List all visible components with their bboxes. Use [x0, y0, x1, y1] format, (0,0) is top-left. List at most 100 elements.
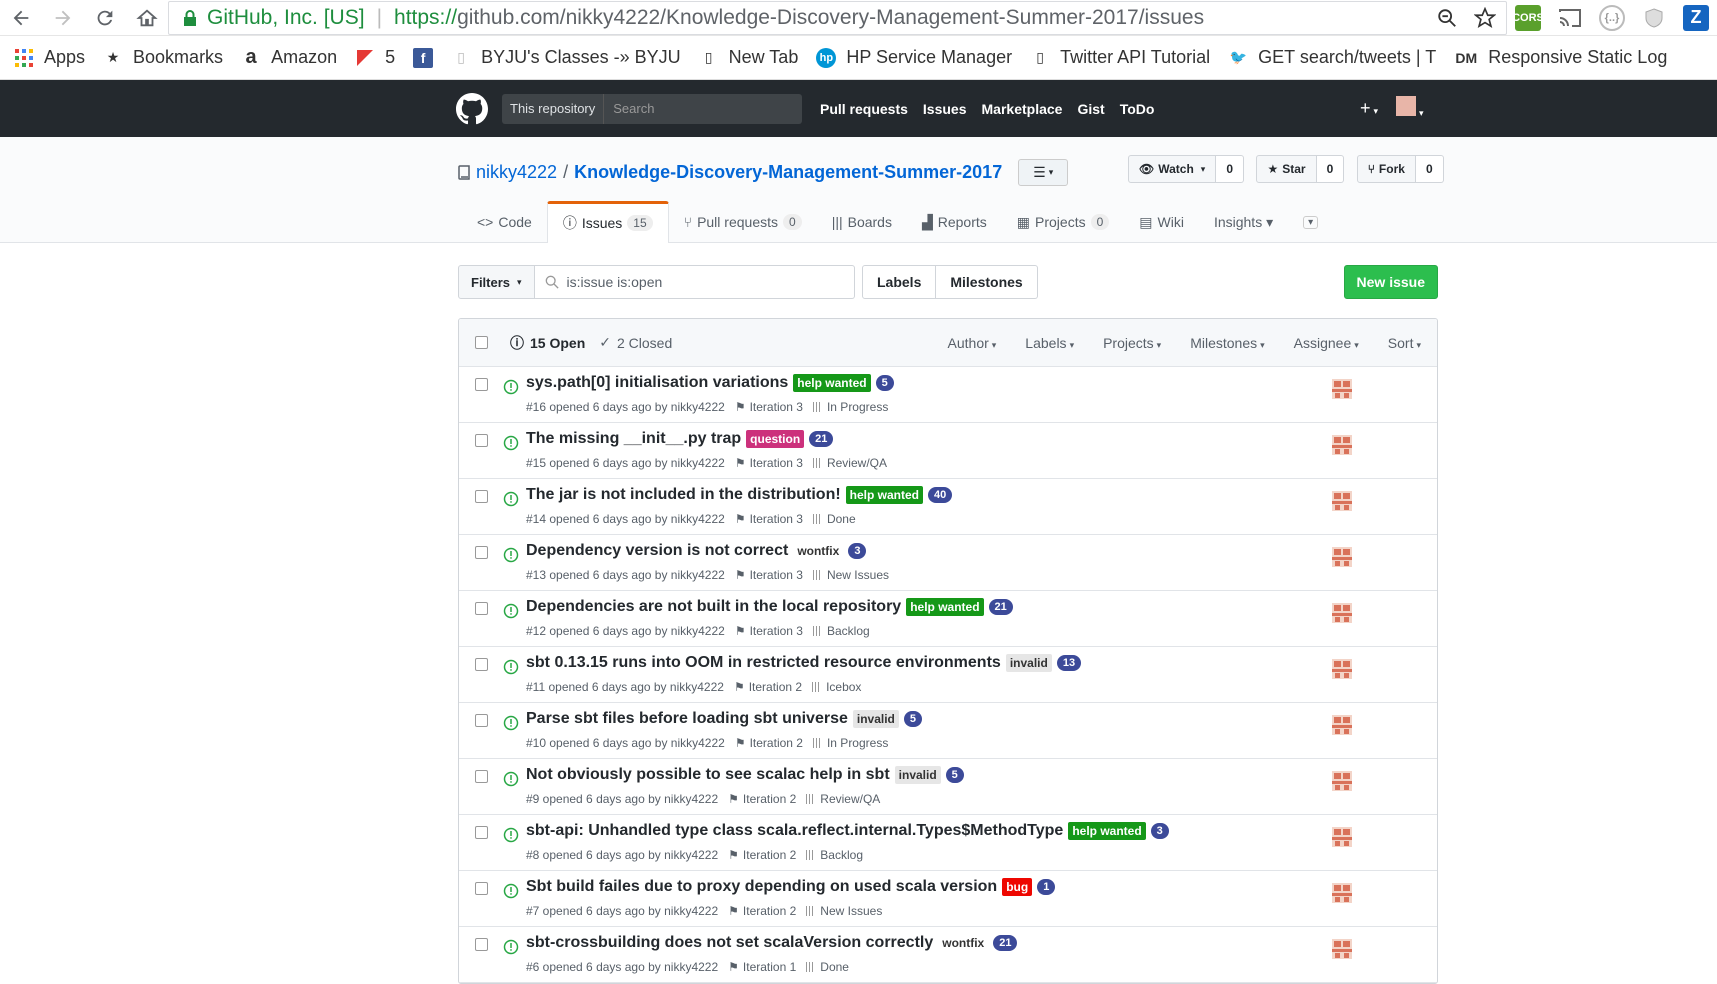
nav-todo[interactable]: ToDo — [1120, 101, 1155, 117]
bookmark-amazon[interactable]: a Amazon — [241, 46, 338, 68]
bookmark-hp[interactable]: hp HP Service Manager — [816, 47, 1012, 68]
sort-filter[interactable]: Sort ▾ — [1388, 335, 1421, 351]
issue-title-link[interactable]: The jar is not included in the distribut… — [526, 486, 841, 504]
fork-count[interactable]: 0 — [1415, 155, 1444, 183]
issue-milestone[interactable]: ⚑ Iteration 2 — [728, 848, 796, 862]
nav-issues[interactable]: Issues — [923, 101, 967, 117]
bookmark-5[interactable]: 5 — [355, 47, 395, 68]
issue-row[interactable]: sbt-api: Unhandled type class scala.refl… — [459, 815, 1437, 871]
assignee-avatar[interactable] — [1332, 771, 1352, 791]
forward-button[interactable] — [42, 0, 84, 36]
issue-title-link[interactable]: Dependency version is not correct — [526, 542, 788, 560]
issue-label[interactable]: wontfix — [793, 542, 844, 560]
tab-wiki[interactable]: ▤ Wiki — [1124, 201, 1199, 243]
zoom-icon[interactable] — [1436, 7, 1458, 29]
issue-checkbox[interactable] — [475, 826, 488, 839]
issue-title-link[interactable]: Not obviously possible to see scalac hel… — [526, 766, 890, 784]
bookmark-twitter-tutorial[interactable]: ▯ Twitter API Tutorial — [1030, 47, 1210, 68]
nav-pull-requests[interactable]: Pull requests — [820, 101, 908, 117]
tab-code[interactable]: <> Code — [462, 201, 547, 243]
nav-gist[interactable]: Gist — [1077, 101, 1104, 117]
create-new-button[interactable]: + ▾ — [1360, 98, 1378, 119]
issue-label[interactable]: wontfix — [938, 934, 989, 952]
repo-name-link[interactable]: Knowledge-Discovery-Management-Summer-20… — [574, 162, 1002, 183]
assignee-avatar[interactable] — [1332, 883, 1352, 903]
search-input[interactable]: Search — [604, 101, 654, 116]
filters-button[interactable]: Filters ▾ — [458, 265, 535, 299]
author-filter[interactable]: Author ▾ — [948, 335, 997, 351]
issue-title-link[interactable]: Parse sbt files before loading sbt unive… — [526, 710, 848, 728]
closed-issues-filter[interactable]: ✓ 2 Closed — [599, 334, 672, 351]
issue-label[interactable]: question — [746, 430, 805, 448]
bookmark-bookmarks[interactable]: ★ Bookmarks — [103, 47, 223, 68]
issue-title-link[interactable]: sbt 0.13.15 runs into OOM in restricted … — [526, 654, 1001, 672]
issue-label[interactable]: help wanted — [845, 486, 924, 504]
assignee-avatar[interactable] — [1332, 603, 1352, 623]
issue-checkbox[interactable] — [475, 658, 488, 671]
tab-insights[interactable]: Insights ▾ — [1199, 201, 1288, 243]
issue-milestone[interactable]: ⚑ Iteration 3 — [735, 624, 803, 638]
issue-checkbox[interactable] — [475, 770, 488, 783]
bookmark-twitter-search[interactable]: 🐦 GET search/tweets | T — [1228, 47, 1436, 68]
labels-button[interactable]: Labels — [862, 265, 937, 299]
tab-pull-requests[interactable]: ⑂ Pull requests 0 — [669, 201, 817, 243]
tab-boards[interactable]: ||| Boards — [817, 201, 907, 243]
issue-label[interactable]: invalid — [894, 766, 941, 784]
watch-button[interactable]: 👁 Watch ▾ — [1128, 155, 1217, 183]
issue-row[interactable]: Sbt build failes due to proxy depending … — [459, 871, 1437, 927]
issue-checkbox[interactable] — [475, 434, 488, 447]
assignee-avatar[interactable] — [1332, 827, 1352, 847]
fork-button[interactable]: ⑂ Fork — [1356, 155, 1416, 183]
tab-projects[interactable]: ▦ Projects 0 — [1002, 201, 1125, 243]
new-issue-button[interactable]: New issue — [1343, 265, 1438, 299]
bookmark-facebook[interactable]: f — [413, 47, 434, 68]
issue-label[interactable]: help wanted — [1068, 822, 1146, 840]
assignee-avatar[interactable] — [1332, 547, 1352, 567]
header-search[interactable]: This repository Search — [502, 93, 802, 124]
issue-row[interactable]: Parse sbt files before loading sbt unive… — [459, 703, 1437, 759]
issue-title-link[interactable]: Dependencies are not built in the local … — [526, 598, 901, 616]
json-extension-icon[interactable]: {..} — [1599, 4, 1625, 31]
issue-row[interactable]: The jar is not included in the distribut… — [459, 479, 1437, 535]
open-issues-filter[interactable]: ⓘ 15 Open — [510, 333, 585, 353]
issue-row[interactable]: sbt 0.13.15 runs into OOM in restricted … — [459, 647, 1437, 703]
issue-checkbox[interactable] — [475, 378, 488, 391]
select-all-checkbox[interactable] — [475, 336, 488, 349]
assignee-avatar[interactable] — [1332, 939, 1352, 959]
milestones-button[interactable]: Milestones — [936, 265, 1038, 299]
issue-milestone[interactable]: ⚑ Iteration 3 — [735, 512, 803, 526]
bookmark-star-icon[interactable] — [1474, 6, 1496, 29]
bookmark-responsive[interactable]: DM Responsive Static Log — [1454, 47, 1667, 68]
home-button[interactable] — [126, 0, 168, 36]
bookmark-byju[interactable]: ▯ BYJU's Classes -» BYJU — [451, 47, 680, 68]
tab-reports[interactable]: ▟ Reports — [907, 201, 1002, 243]
issue-checkbox[interactable] — [475, 490, 488, 503]
tab-issues[interactable]: ⓘ Issues 15 — [546, 201, 669, 243]
issue-checkbox[interactable] — [475, 602, 488, 615]
assignee-avatar[interactable] — [1332, 379, 1352, 399]
issue-title-link[interactable]: Sbt build failes due to proxy depending … — [526, 878, 997, 896]
cors-extension-icon[interactable]: CORS — [1512, 4, 1544, 31]
repo-list-menu-button[interactable]: ☰ ▾ — [1018, 159, 1069, 186]
issue-checkbox[interactable] — [475, 882, 488, 895]
address-bar[interactable]: GitHub, Inc. [US] | https://github.com/n… — [168, 0, 1507, 35]
issue-label[interactable]: invalid — [1005, 654, 1052, 672]
issue-milestone[interactable]: ⚑ Iteration 2 — [728, 792, 796, 806]
issue-milestone[interactable]: ⚑ Iteration 3 — [735, 568, 803, 582]
back-button[interactable] — [0, 0, 42, 36]
issue-milestone[interactable]: ⚑ Iteration 2 — [728, 904, 796, 918]
issue-title-link[interactable]: The missing __init__.py trap — [526, 430, 741, 448]
issue-label[interactable]: invalid — [852, 710, 899, 728]
issue-row[interactable]: The missing __init__.py trap question 21 #1… — [459, 423, 1437, 479]
star-button[interactable]: ★ Star — [1256, 155, 1317, 183]
assignee-filter[interactable]: Assignee ▾ — [1294, 335, 1359, 351]
reload-button[interactable] — [84, 0, 126, 36]
nav-marketplace[interactable]: Marketplace — [982, 101, 1063, 117]
shield-extension-icon[interactable] — [1641, 5, 1667, 31]
issue-title-link[interactable]: sbt-crossbuilding does not set scalaVers… — [526, 934, 933, 952]
issue-label[interactable]: help wanted — [793, 374, 871, 392]
user-menu[interactable]: ▾ — [1396, 96, 1424, 121]
bookmark-new-tab[interactable]: ▯ New Tab — [699, 47, 799, 68]
more-tabs-button[interactable]: ▾ — [1288, 201, 1333, 243]
assignee-avatar[interactable] — [1332, 435, 1352, 455]
